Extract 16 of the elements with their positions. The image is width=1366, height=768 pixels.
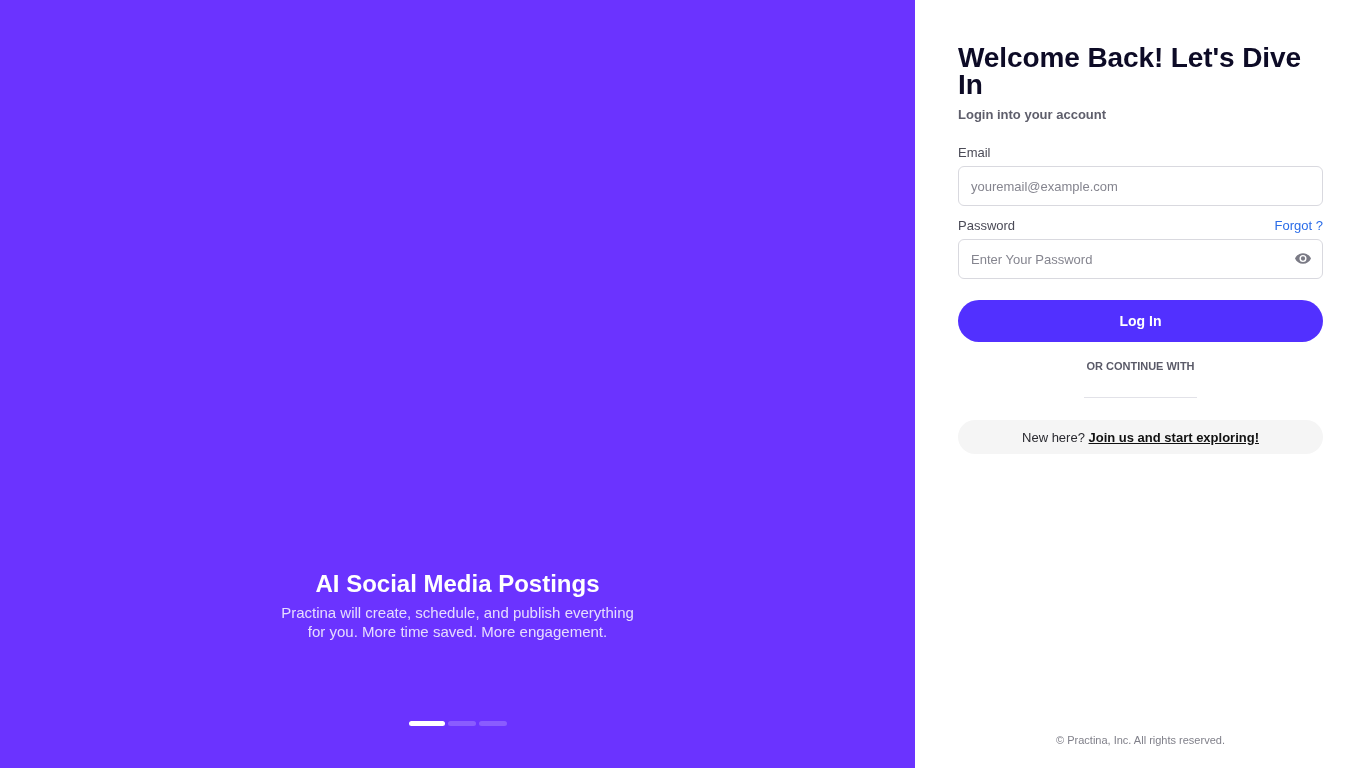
signup-prompt: New here? Join us and start exploring! (958, 420, 1323, 454)
signup-link[interactable]: Join us and start exploring! (1088, 429, 1259, 445)
login-heading: Welcome Back! Let's Dive In (958, 44, 1302, 98)
email-field[interactable]: youremail@example.com (958, 166, 1323, 206)
hero-title: AI Social Media Postings (315, 569, 600, 599)
field-label: Email (958, 145, 991, 161)
continue-with-label: OR CONTINUE WITH (1085, 359, 1196, 373)
carousel-indicator[interactable] (408, 721, 445, 726)
password-field[interactable]: Enter Your Password (958, 239, 1323, 279)
hero-description: Practina will create, schedule, and publish everything for you. More time saved. More engagement. (280, 603, 635, 641)
eye-icon[interactable] (1295, 253, 1311, 264)
copyright-text: © Practina, Inc. All rights reserved. (1055, 733, 1226, 747)
forgot-password-link[interactable]: Forgot ? (1274, 218, 1323, 234)
login-button[interactable]: Log In (958, 300, 1323, 342)
login-subheading: Login into your account (958, 107, 1108, 123)
field-label: Password (958, 218, 1016, 234)
